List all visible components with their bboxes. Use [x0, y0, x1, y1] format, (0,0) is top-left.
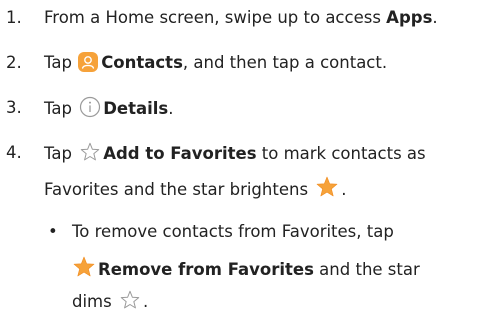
sub-bullet-line-1: To remove contacts from Favorites, tap: [72, 222, 394, 241]
step-text: .: [432, 8, 438, 27]
info-circle-icon: [79, 96, 101, 125]
step-4: Tap Add to Favorites to mark contacts as: [44, 141, 491, 170]
step-text: .: [168, 99, 174, 118]
step-1: From a Home screen, swipe up to access A…: [44, 6, 491, 30]
sub-bullet-line-2: Remove from Favorites and the star: [72, 255, 420, 286]
sub-bullet-text: and the star: [313, 260, 420, 279]
sub-bullet-line-3: dims .: [72, 289, 148, 318]
step-4-continuation: Favorites and the star brightens .: [44, 175, 347, 206]
step-text: to mark contacts as: [256, 144, 426, 163]
step-3: Tap Details.: [44, 96, 491, 125]
step-2: Tap Contacts, and then tap a contact.: [44, 51, 491, 75]
star-filled-icon: [72, 255, 96, 286]
sub-bullet-text: dims: [72, 292, 117, 311]
sub-bullet-text: .: [142, 292, 149, 311]
step-bold-term: Details: [103, 99, 169, 118]
bullet-dot: •: [48, 222, 58, 241]
star-filled-icon: [315, 175, 339, 206]
step-bold-term: Contacts: [101, 53, 183, 72]
step-text: Tap: [44, 144, 78, 163]
step-text: Tap: [44, 99, 78, 118]
step-bold-term: Apps: [386, 8, 433, 27]
step-number: 3.: [6, 98, 22, 117]
step-number: 1.: [6, 8, 22, 27]
contacts-app-icon: [78, 52, 99, 72]
step-text: .: [341, 180, 347, 199]
star-outline-icon: [79, 141, 101, 170]
step-number: 2.: [6, 53, 22, 72]
step-text: Tap: [44, 53, 78, 72]
step-text: , and then tap a contact.: [182, 53, 388, 72]
sub-bullet-bold-term: Remove from Favorites: [98, 260, 314, 279]
step-number: 4.: [6, 143, 22, 162]
step-text: From a Home screen, swipe up to access: [44, 8, 387, 27]
instructions-document: 1. From a Home screen, swipe up to acces…: [0, 0, 497, 320]
step-text: Favorites and the star brightens: [44, 180, 314, 199]
step-bold-term: Add to Favorites: [103, 144, 257, 163]
star-outline-icon: [119, 289, 141, 318]
